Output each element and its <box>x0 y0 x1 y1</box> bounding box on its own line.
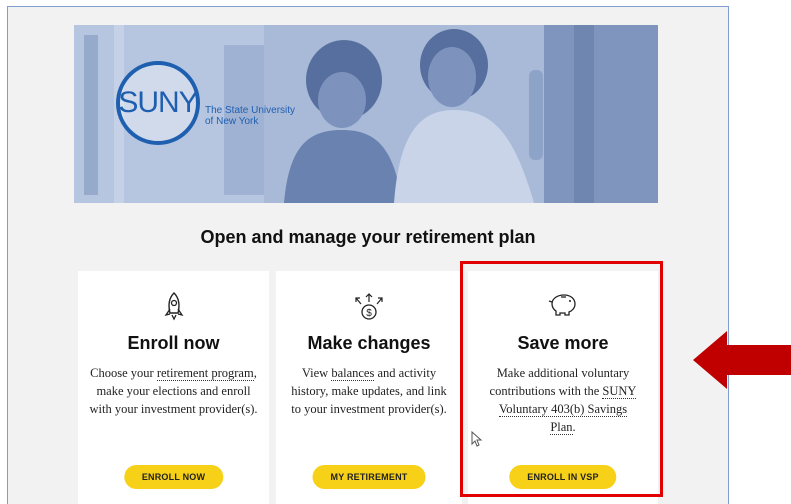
logo-text: The State University of New York <box>205 105 295 127</box>
rocket-icon <box>78 291 269 325</box>
card-title: Make changes <box>307 333 431 353</box>
page-heading: Open and manage your retirement plan <box>200 227 536 247</box>
suny-logo: SUNY <box>116 61 200 145</box>
balances-link[interactable]: balances <box>331 366 375 381</box>
logo-mark: SUNY <box>118 86 198 119</box>
red-arrow-icon <box>693 331 791 389</box>
money-arrows-icon: $ <box>276 291 462 325</box>
logo-line-1: The State University <box>205 105 296 116</box>
my-retirement-button[interactable]: MY RETIREMENT <box>312 465 426 489</box>
highlight-box <box>460 261 663 497</box>
card-make-changes: $ Make changes View balances and activit… <box>276 271 462 504</box>
card-enroll-now: Enroll now Choose your retirement progra… <box>78 271 269 504</box>
description-text: Choose your <box>90 366 157 380</box>
card-description: View balances and activity history, make… <box>289 364 449 418</box>
svg-text:$: $ <box>366 308 372 319</box>
retirement-program-link[interactable]: retirement program <box>156 366 254 381</box>
logo-line-2: of New York <box>205 116 259 127</box>
description-text: View <box>301 366 332 380</box>
card-description: Choose your retirement program, make you… <box>85 364 263 418</box>
hero-banner: SUNY The State University of New York <box>74 25 658 203</box>
enroll-now-button[interactable]: ENROLL NOW <box>123 465 224 489</box>
card-title: Enroll now <box>127 333 220 353</box>
